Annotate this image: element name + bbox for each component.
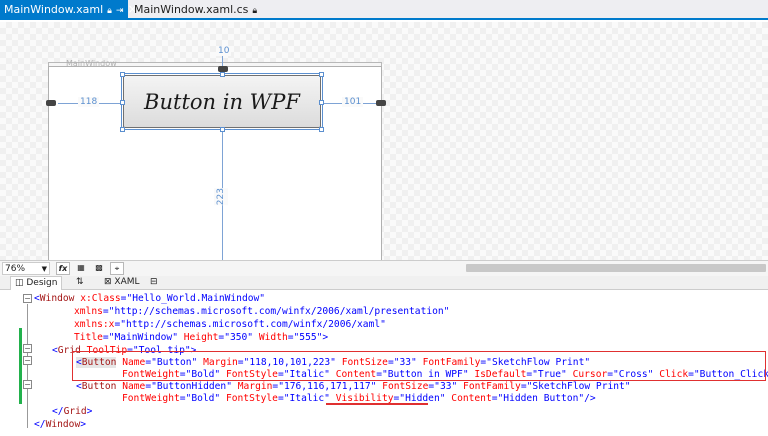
collapse-button-hidden-icon[interactable]: − (23, 380, 32, 389)
tab-xaml[interactable]: ⊠ XAML (100, 276, 144, 290)
tab-label: MainWindow.xaml.cs (134, 3, 249, 16)
resize-handle-nw[interactable] (120, 72, 125, 77)
collapse-button-icon[interactable]: − (23, 356, 32, 365)
margin-left-label: 118 (78, 97, 100, 107)
horizontal-scrollbar[interactable] (466, 264, 766, 272)
pin-icon[interactable]: ⇥ (116, 2, 124, 21)
resize-handle-sw[interactable] (120, 127, 125, 132)
resize-handle-n[interactable] (220, 72, 225, 77)
margin-top-label: 10 (216, 46, 232, 56)
collapse-pane-button[interactable]: ⊟ (146, 276, 162, 290)
lock-icon: 🔒︎ (252, 6, 258, 16)
code-line-10: </Grid> (52, 406, 93, 417)
zoom-value: 76% (5, 264, 26, 274)
snap-grid-icon[interactable]: ▩ (92, 262, 106, 275)
tab-mainwindow-xaml-cs[interactable]: MainWindow.xaml.cs 🔒︎ (130, 0, 261, 20)
tab-design[interactable]: ◫ Design (10, 276, 63, 290)
fx-button[interactable]: fx (56, 262, 70, 275)
collapse-window-icon[interactable]: − (23, 294, 32, 303)
design-surface[interactable]: MainWindow 10 118 101 223 Button in WPF (0, 22, 768, 260)
resize-handle-ne[interactable] (319, 72, 324, 77)
right-anchor-icon[interactable] (376, 100, 386, 106)
code-line-4: Title="MainWindow" Height="350" Width="5… (74, 332, 329, 343)
outline-guide (27, 304, 28, 428)
fx-label: fx (58, 264, 68, 273)
document-tab-strip: MainWindow.xaml 🔒︎ ⇥ × MainWindow.xaml.cs 🔒︎ (0, 0, 768, 20)
code-line-1: <Window x:Class="Hello_World.MainWindow" (34, 293, 266, 304)
wpf-button-preview[interactable]: Button in WPF (121, 73, 323, 130)
change-indicator-bar (19, 328, 22, 404)
collapse-grid-icon[interactable]: − (23, 344, 32, 353)
resize-handle-se[interactable] (319, 127, 324, 132)
zoom-select[interactable]: 76% ▼ (2, 262, 50, 275)
tab-mainwindow-xaml[interactable]: MainWindow.xaml 🔒︎ ⇥ × (0, 0, 138, 21)
margin-right-label: 101 (342, 97, 364, 107)
design-icon: ◫ (15, 278, 27, 288)
snap-lines-icon[interactable]: ⌖ (110, 262, 124, 275)
swap-panes-button[interactable]: ⇅ (72, 276, 88, 290)
code-line-2: xmlns="http://schemas.microsoft.com/winf… (74, 306, 450, 317)
lock-icon: 🔒︎ (107, 6, 112, 16)
code-line-11: </Window> (34, 419, 86, 430)
highlight-box-button (72, 351, 766, 381)
left-anchor-icon[interactable] (46, 100, 56, 106)
wpf-button-content: Button in WPF (144, 89, 300, 114)
xaml-icon: ⊠ (104, 277, 115, 287)
tab-xaml-label: XAML (114, 277, 140, 287)
resize-handle-e[interactable] (319, 100, 324, 105)
highlight-underline-visibility (326, 403, 428, 405)
swap-icon: ⇅ (76, 277, 84, 287)
grid-icon[interactable]: ▦ (74, 262, 88, 275)
tab-label: MainWindow.xaml (4, 3, 104, 16)
margin-bottom-label: 223 (214, 188, 228, 206)
collapse-icon: ⊟ (150, 277, 158, 287)
chevron-down-icon: ▼ (41, 265, 47, 273)
code-line-3: xmlns:x="http://schemas.microsoft.com/wi… (74, 319, 386, 330)
resize-handle-s[interactable] (220, 127, 225, 132)
resize-handle-w[interactable] (120, 100, 125, 105)
tab-design-label: Design (26, 278, 58, 288)
split-view-tabs: ◫ Design ⇅ ⊠ XAML ⊟ (0, 276, 768, 290)
